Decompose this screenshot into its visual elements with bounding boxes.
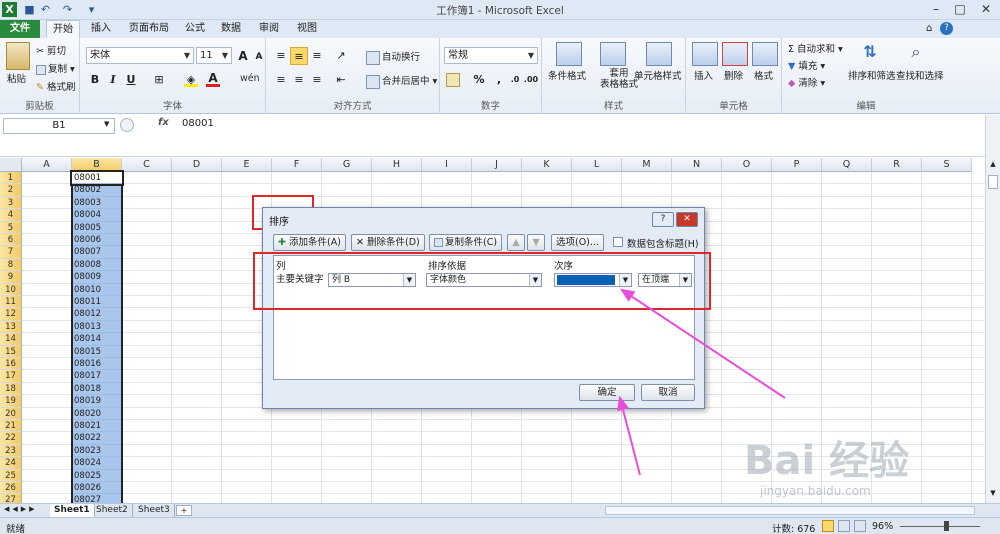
cell-b[interactable]: 08001 [70,169,124,187]
baidu-watermark-logo: Bai 经验 [744,438,910,484]
arrow-to-color-select [621,289,786,399]
arrow-to-ok-button-head [617,395,630,412]
arrow-to-color-select-head [619,288,636,302]
baidu-watermark-url: jingyan.baidu.com [760,484,871,498]
